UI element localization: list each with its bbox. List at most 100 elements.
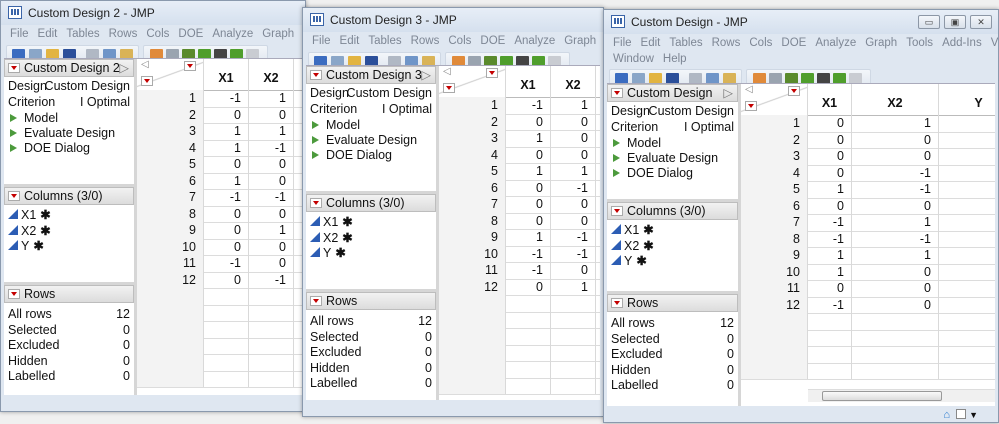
column-header-x1[interactable]: X1 bbox=[506, 66, 551, 97]
table-panel-header[interactable]: Custom Design 2 ▷ bbox=[4, 59, 134, 77]
table-cell[interactable]: -1 bbox=[249, 139, 294, 156]
table-cell[interactable]: 0 bbox=[852, 131, 939, 148]
red-triangle-menu-icon[interactable] bbox=[611, 298, 623, 308]
row-number-cell[interactable]: 4 bbox=[439, 146, 506, 163]
table-cell[interactable]: -1 bbox=[551, 179, 596, 196]
run-script-icon[interactable] bbox=[10, 129, 17, 137]
empty-cell[interactable] bbox=[204, 337, 249, 354]
rows-red-triangle-icon[interactable] bbox=[141, 76, 153, 86]
menu-file[interactable]: File bbox=[10, 28, 29, 40]
close-button[interactable]: ✕ bbox=[970, 15, 992, 29]
row-number-cell[interactable]: 5 bbox=[741, 181, 808, 198]
run-script-icon[interactable] bbox=[10, 144, 17, 152]
empty-cell[interactable] bbox=[506, 344, 551, 361]
menu-graph[interactable]: Graph bbox=[564, 35, 596, 47]
row-number-cell[interactable]: 1 bbox=[137, 90, 204, 107]
menu-rows[interactable]: Rows bbox=[411, 35, 440, 47]
table-cell[interactable]: 0 bbox=[204, 205, 249, 222]
table-cell[interactable]: • bbox=[939, 231, 995, 248]
row-number-cell[interactable]: 12 bbox=[439, 278, 506, 295]
table-cell[interactable]: 0 bbox=[506, 179, 551, 196]
row-number-cell[interactable]: 5 bbox=[137, 156, 204, 173]
row-number-cell[interactable] bbox=[439, 311, 506, 328]
row-number-cell[interactable] bbox=[439, 295, 506, 312]
red-triangle-menu-icon[interactable] bbox=[8, 289, 20, 299]
collapse-panel-icon[interactable]: ▷ bbox=[421, 67, 431, 83]
menu-add-ins[interactable]: Add-Ins bbox=[942, 37, 982, 49]
column-item-y[interactable]: Y ✱ bbox=[611, 254, 734, 269]
row-number-cell[interactable]: 12 bbox=[741, 296, 808, 313]
table-script-evaluate-design[interactable]: Evaluate Design bbox=[8, 126, 130, 141]
row-number-cell[interactable]: 3 bbox=[741, 148, 808, 165]
table-cell[interactable]: 0 bbox=[808, 280, 852, 297]
columns-red-triangle-icon[interactable] bbox=[184, 61, 196, 71]
collapse-panel-icon[interactable]: ▷ bbox=[119, 60, 129, 76]
menu-analyze[interactable]: Analyze bbox=[815, 37, 856, 49]
menu-cols[interactable]: Cols bbox=[749, 37, 772, 49]
table-cell[interactable]: 0 bbox=[204, 238, 249, 255]
maximize-button[interactable]: ▣ bbox=[944, 15, 966, 29]
empty-cell[interactable] bbox=[551, 295, 596, 312]
table-cell[interactable]: -1 bbox=[249, 271, 294, 288]
table-cell[interactable]: 1 bbox=[852, 247, 939, 264]
row-number-cell[interactable]: 3 bbox=[137, 123, 204, 140]
column-item-x1[interactable]: X1 ✱ bbox=[8, 208, 130, 223]
table-cell[interactable]: 0 bbox=[204, 271, 249, 288]
table-cell[interactable]: 1 bbox=[506, 130, 551, 147]
menu-cols[interactable]: Cols bbox=[448, 35, 471, 47]
empty-cell[interactable] bbox=[506, 361, 551, 378]
table-cell[interactable]: 0 bbox=[204, 156, 249, 173]
row-number-cell[interactable]: 4 bbox=[137, 139, 204, 156]
column-header-x2[interactable]: X2 bbox=[551, 66, 596, 97]
table-cell[interactable]: -1 bbox=[808, 214, 852, 231]
columns-red-triangle-icon[interactable] bbox=[486, 68, 498, 78]
row-number-cell[interactable]: 2 bbox=[137, 106, 204, 123]
table-cell[interactable]: 1 bbox=[204, 172, 249, 189]
table-cell[interactable]: 0 bbox=[551, 212, 596, 229]
row-number-cell[interactable]: 6 bbox=[741, 197, 808, 214]
menu-rows[interactable]: Rows bbox=[712, 37, 741, 49]
row-number-cell[interactable]: 8 bbox=[439, 212, 506, 229]
table-script-model[interactable]: Model bbox=[8, 111, 130, 126]
red-triangle-menu-icon[interactable] bbox=[611, 88, 623, 98]
table-cell[interactable]: 0 bbox=[506, 278, 551, 295]
table-cell[interactable]: 1 bbox=[808, 181, 852, 198]
table-cell[interactable]: 1 bbox=[506, 163, 551, 180]
menu-tables[interactable]: Tables bbox=[669, 37, 702, 49]
row-number-cell[interactable]: 11 bbox=[741, 280, 808, 297]
row-number-cell[interactable] bbox=[741, 329, 808, 346]
row-number-cell[interactable]: 6 bbox=[137, 172, 204, 189]
table-cell[interactable]: 1 bbox=[249, 123, 294, 140]
table-cell[interactable]: • bbox=[939, 247, 995, 264]
run-script-icon[interactable] bbox=[10, 114, 17, 122]
empty-cell[interactable] bbox=[249, 370, 294, 387]
table-script-evaluate-design[interactable]: Evaluate Design bbox=[310, 133, 432, 148]
table-cell[interactable]: 0 bbox=[808, 131, 852, 148]
empty-cell[interactable] bbox=[506, 295, 551, 312]
empty-cell[interactable] bbox=[551, 344, 596, 361]
table-cell[interactable]: -1 bbox=[204, 255, 249, 272]
collapse-left-icon[interactable]: ◁ bbox=[141, 59, 149, 70]
table-cell[interactable]: -1 bbox=[551, 245, 596, 262]
table-cell[interactable]: -1 bbox=[852, 181, 939, 198]
row-number-cell[interactable]: 2 bbox=[741, 131, 808, 148]
column-item-x2[interactable]: X2 ✱ bbox=[310, 231, 432, 246]
empty-cell[interactable] bbox=[249, 321, 294, 338]
red-triangle-menu-icon[interactable] bbox=[8, 63, 20, 73]
row-number-cell[interactable]: 9 bbox=[439, 229, 506, 246]
menu-file[interactable]: File bbox=[613, 37, 632, 49]
empty-cell[interactable] bbox=[939, 313, 995, 330]
empty-cell[interactable] bbox=[939, 330, 995, 347]
table-cell[interactable]: 0 bbox=[551, 130, 596, 147]
table-cell[interactable]: 0 bbox=[506, 146, 551, 163]
table-cell[interactable]: 1 bbox=[204, 123, 249, 140]
menu-graph[interactable]: Graph bbox=[865, 37, 897, 49]
row-number-cell[interactable] bbox=[741, 362, 808, 379]
menu-file[interactable]: File bbox=[312, 35, 331, 47]
row-number-cell[interactable]: 11 bbox=[137, 255, 204, 272]
red-triangle-menu-icon[interactable] bbox=[611, 206, 623, 216]
table-cell[interactable]: 1 bbox=[249, 222, 294, 239]
table-cell[interactable]: -1 bbox=[852, 164, 939, 181]
menu-edit[interactable]: Edit bbox=[340, 35, 360, 47]
menu-tables[interactable]: Tables bbox=[66, 28, 99, 40]
